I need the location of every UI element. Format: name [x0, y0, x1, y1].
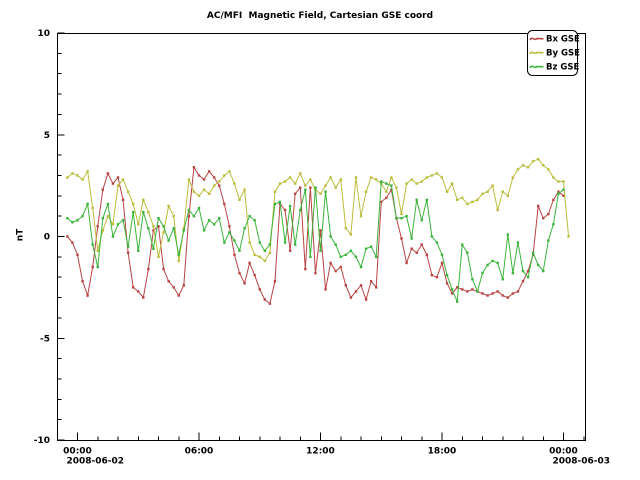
svg-text:06:00: 06:00	[185, 447, 214, 457]
legend: Bx GSE By GSE Bz GSE	[528, 31, 581, 76]
data-series	[66, 158, 570, 305]
svg-text:0: 0	[44, 233, 50, 243]
svg-text:10: 10	[37, 29, 50, 39]
chart-title: AC/MFI Magnetic Field, Cartesian GSE coo…	[0, 11, 640, 21]
svg-text:5: 5	[44, 131, 50, 141]
svg-text:2008-06-02: 2008-06-02	[67, 457, 125, 467]
legend-label-bz: Bz GSE	[546, 63, 579, 73]
svg-text:-10: -10	[34, 436, 50, 446]
svg-text:00:00: 00:00	[549, 447, 578, 457]
svg-text:00:00: 00:00	[63, 447, 92, 457]
svg-text:2008-06-03: 2008-06-03	[553, 457, 611, 467]
y-axis-label: nT	[15, 229, 25, 242]
svg-text:18:00: 18:00	[428, 447, 457, 457]
legend-label-by: By GSE	[546, 49, 580, 59]
chart-figure: 1050-5-1000:002008-06-0206:0012:0018:000…	[0, 0, 640, 480]
svg-text:-5: -5	[40, 334, 50, 344]
plot-area: 1050-5-1000:002008-06-0206:0012:0018:000…	[0, 0, 640, 480]
legend-label-bx: Bx GSE	[546, 35, 580, 45]
svg-text:12:00: 12:00	[306, 447, 335, 457]
